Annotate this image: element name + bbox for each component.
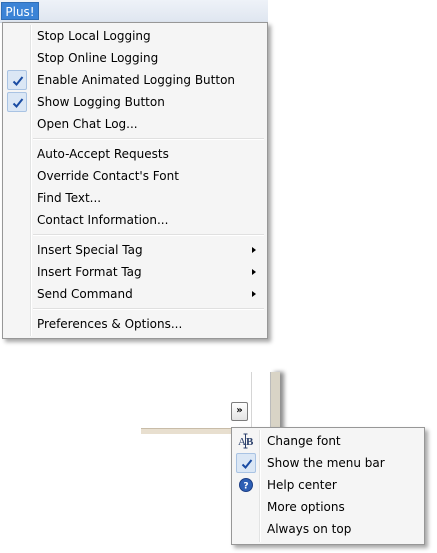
menu-item-contact-information[interactable]: Contact Information...	[5, 209, 265, 231]
menu-item-label: Stop Online Logging	[37, 51, 159, 65]
menu-item-send-command[interactable]: Send Command	[5, 283, 265, 305]
menu-item-change-font[interactable]: A B Change font	[234, 430, 422, 452]
svg-text:?: ?	[243, 482, 248, 492]
submenu-arrow-icon	[252, 291, 256, 297]
window-frame-edge	[270, 372, 280, 432]
menu-item-label: Preferences & Options...	[37, 317, 183, 331]
menu-item-label: Show Logging Button	[37, 95, 165, 109]
menu-separator	[33, 308, 264, 310]
menu-item-label: Send Command	[37, 287, 133, 301]
menu-item-always-on-top[interactable]: Always on top	[234, 518, 422, 540]
menu-item-insert-special-tag[interactable]: Insert Special Tag	[5, 239, 265, 261]
toolbar-overflow-button[interactable]: »	[231, 402, 248, 421]
menu-item-label: Change font	[267, 434, 341, 448]
overflow-dropdown-menu: A B Change font Show the menu bar? Help cent…	[231, 427, 425, 545]
menu-item-help-center[interactable]: ? Help center	[234, 474, 422, 496]
menu-item-label: Insert Special Tag	[37, 243, 143, 257]
check-icon	[236, 453, 256, 473]
menu-item-more-options[interactable]: More options	[234, 496, 422, 518]
menu-item-label: Show the menu bar	[267, 456, 385, 470]
menu-separator	[33, 234, 264, 236]
menu-item-label: Always on top	[267, 522, 352, 536]
chat-window-fragment	[141, 372, 279, 432]
submenu-arrow-icon	[252, 247, 256, 253]
menu-item-find-text[interactable]: Find Text...	[5, 187, 265, 209]
window-menu-bar	[0, 0, 268, 23]
plus-dropdown-menu: Stop Local Logging Stop Online Logging Ena…	[2, 22, 268, 339]
help-icon: ?	[236, 475, 256, 495]
check-icon	[7, 70, 27, 90]
menu-item-override-contact-s-font[interactable]: Override Contact's Font	[5, 165, 265, 187]
menu-item-label: Contact Information...	[37, 213, 169, 227]
toolbar-divider	[251, 372, 252, 430]
menu-item-show-logging-button[interactable]: Show Logging Button	[5, 91, 265, 113]
menu-item-stop-online-logging[interactable]: Stop Online Logging	[5, 47, 265, 69]
submenu-arrow-icon	[252, 269, 256, 275]
menu-separator	[33, 138, 264, 140]
menu-item-auto-accept-requests[interactable]: Auto-Accept Requests	[5, 143, 265, 165]
menu-item-insert-format-tag[interactable]: Insert Format Tag	[5, 261, 265, 283]
menu-item-label: Find Text...	[37, 191, 102, 205]
menu-item-label: Auto-Accept Requests	[37, 147, 169, 161]
menu-item-label: More options	[267, 500, 345, 514]
menu-item-label: Override Contact's Font	[37, 169, 179, 183]
menu-item-label: Enable Animated Logging Button	[37, 73, 236, 87]
menu-item-label: Stop Local Logging	[37, 29, 151, 43]
svg-text:A: A	[238, 436, 246, 448]
svg-text:B: B	[246, 436, 254, 448]
menu-item-preferences-options[interactable]: Preferences & Options...	[5, 313, 265, 335]
menu-item-label: Help center	[267, 478, 337, 492]
menu-item-show-the-menu-bar[interactable]: Show the menu bar	[234, 452, 422, 474]
menu-item-stop-local-logging[interactable]: Stop Local Logging	[5, 25, 265, 47]
menu-item-enable-animated-logging-button[interactable]: Enable Animated Logging Button	[5, 69, 265, 91]
menu-item-label: Open Chat Log...	[37, 117, 138, 131]
check-icon	[7, 92, 27, 112]
font-icon: AB	[236, 431, 256, 451]
plus-menu-button[interactable]: Plus!	[1, 2, 39, 20]
menu-item-label: Insert Format Tag	[37, 265, 142, 279]
menu-item-open-chat-log[interactable]: Open Chat Log...	[5, 113, 265, 135]
